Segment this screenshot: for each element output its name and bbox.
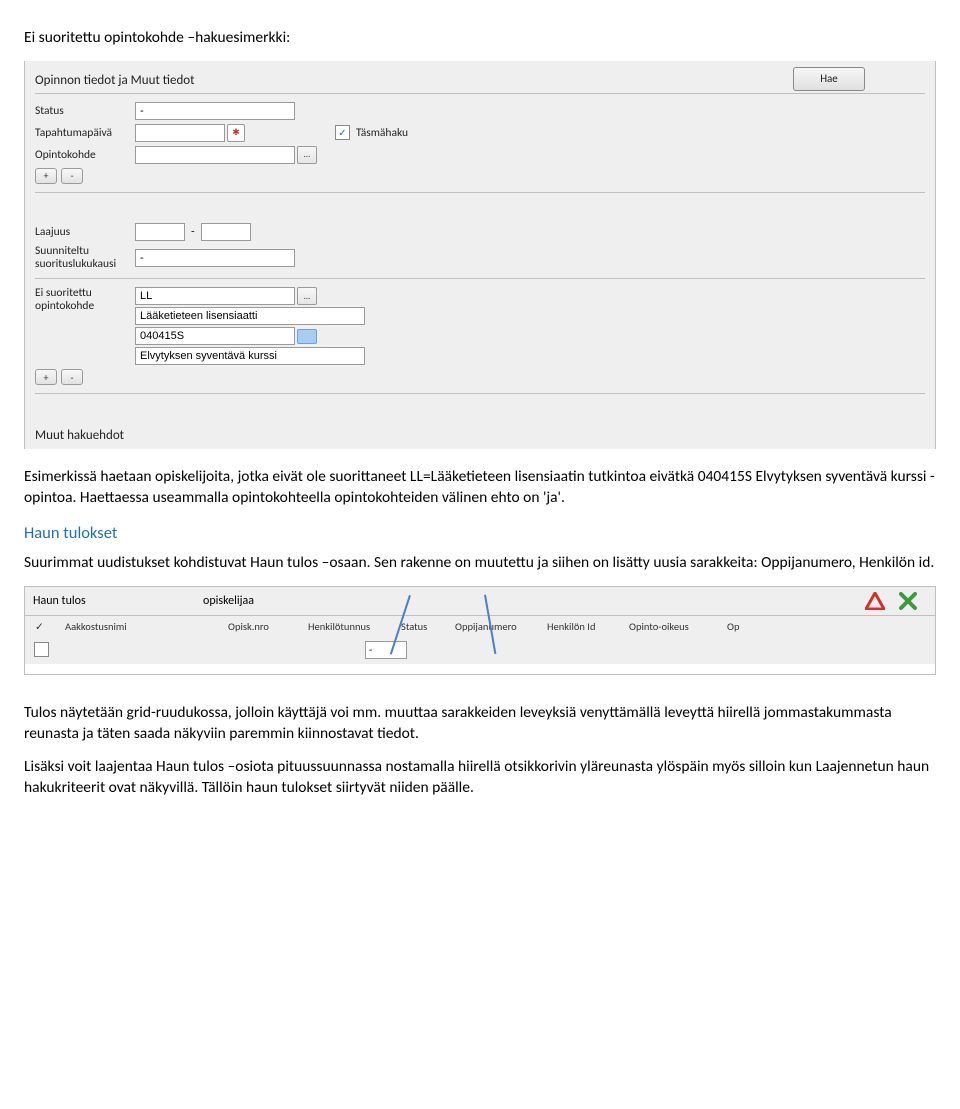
- grid-body-empty: [24, 664, 936, 675]
- filter-checkbox[interactable]: [34, 642, 49, 657]
- label-ei-suoritettu: Ei suoritettu opintokohde: [35, 287, 135, 312]
- divider: [35, 278, 925, 279]
- selected-indicator-icon: [297, 329, 317, 344]
- range-dash: -: [191, 225, 195, 239]
- grid-title-bar: Haun tulos opiskelijaa: [24, 586, 936, 616]
- col-oppijanumero[interactable]: Oppijanumero: [451, 620, 543, 633]
- col-check[interactable]: ✓: [31, 620, 61, 633]
- label-tasmahaku: Täsmähaku: [356, 126, 408, 140]
- clear-icon[interactable]: [899, 592, 917, 610]
- warning-icon[interactable]: [865, 592, 885, 610]
- divider: [35, 393, 925, 394]
- col-op[interactable]: Op: [723, 620, 771, 633]
- ei-name-2[interactable]: [135, 347, 365, 365]
- suunniteltu-input[interactable]: [135, 249, 295, 267]
- ei-code-1[interactable]: [135, 287, 295, 305]
- grid-columns: ✓ Aakkostusnimi Opisk.nro Henkilötunnus …: [24, 616, 936, 637]
- tasmahaku-checkbox[interactable]: ✓: [335, 125, 350, 140]
- para-4: Lisäksi voit laajentaa Haun tulos –osiot…: [24, 757, 936, 799]
- remove-row-button[interactable]: -: [61, 168, 83, 184]
- calendar-icon[interactable]: ✱: [227, 124, 245, 142]
- opintokohde-input[interactable]: [135, 146, 295, 164]
- col-opisknro[interactable]: Opisk.nro: [224, 620, 304, 633]
- ei-name-1[interactable]: [135, 307, 365, 325]
- para-1: Esimerkissä haetaan opiskelijoita, jotka…: [24, 467, 936, 509]
- results-grid: Haun tulos opiskelijaa ✓ Aakkostusnimi O…: [24, 586, 936, 676]
- form-panel: Opinnon tiedot ja Muut tiedot Hae Status…: [24, 61, 936, 449]
- laajuus-from[interactable]: [135, 223, 185, 241]
- col-opinto-oikeus[interactable]: Opinto-oikeus: [625, 620, 723, 633]
- grid-filter-row: [24, 637, 936, 665]
- col-henkilonid[interactable]: Henkilön Id: [543, 620, 625, 633]
- col-status[interactable]: Status: [397, 620, 451, 633]
- col-aakkostusnimi[interactable]: Aakkostusnimi: [61, 620, 224, 633]
- heading-haun-tulokset: Haun tulokset: [24, 523, 936, 543]
- divider: [35, 93, 925, 94]
- label-opintokohde: Opintokohde: [35, 148, 135, 162]
- doc-title: Ei suoritettu opintokohde –hakuesimerkki…: [24, 28, 936, 49]
- label-suunniteltu: Suunniteltu suorituslukukausi: [35, 245, 135, 270]
- add-row-button[interactable]: +: [35, 168, 57, 184]
- section-title-muut: Muut hakuehdot: [25, 422, 935, 449]
- grid-sortby: opiskelijaa: [203, 594, 254, 608]
- laajuus-to[interactable]: [201, 223, 251, 241]
- lookup-icon[interactable]: …: [297, 146, 317, 164]
- para-2: Suurimmat uudistukset kohdistuvat Haun t…: [24, 553, 936, 574]
- lookup-icon[interactable]: …: [297, 287, 317, 305]
- para-3: Tulos näytetään grid-ruudukossa, jolloin…: [24, 703, 936, 745]
- label-status: Status: [35, 104, 135, 118]
- section-title: Opinnon tiedot ja Muut tiedot: [25, 67, 205, 90]
- remove-row-button[interactable]: -: [61, 369, 83, 385]
- status-filter[interactable]: [365, 641, 407, 659]
- divider: [35, 192, 925, 193]
- label-laajuus: Laajuus: [35, 225, 135, 239]
- search-button[interactable]: Hae: [793, 67, 865, 91]
- ei-code-2[interactable]: [135, 327, 295, 345]
- status-input[interactable]: [135, 102, 295, 120]
- grid-title: Haun tulos: [33, 594, 203, 608]
- label-tapahtumapaiva: Tapahtumapäivä: [35, 126, 135, 140]
- date-input[interactable]: [135, 124, 225, 142]
- add-row-button[interactable]: +: [35, 369, 57, 385]
- col-henkilotunnus[interactable]: Henkilötunnus: [304, 620, 397, 633]
